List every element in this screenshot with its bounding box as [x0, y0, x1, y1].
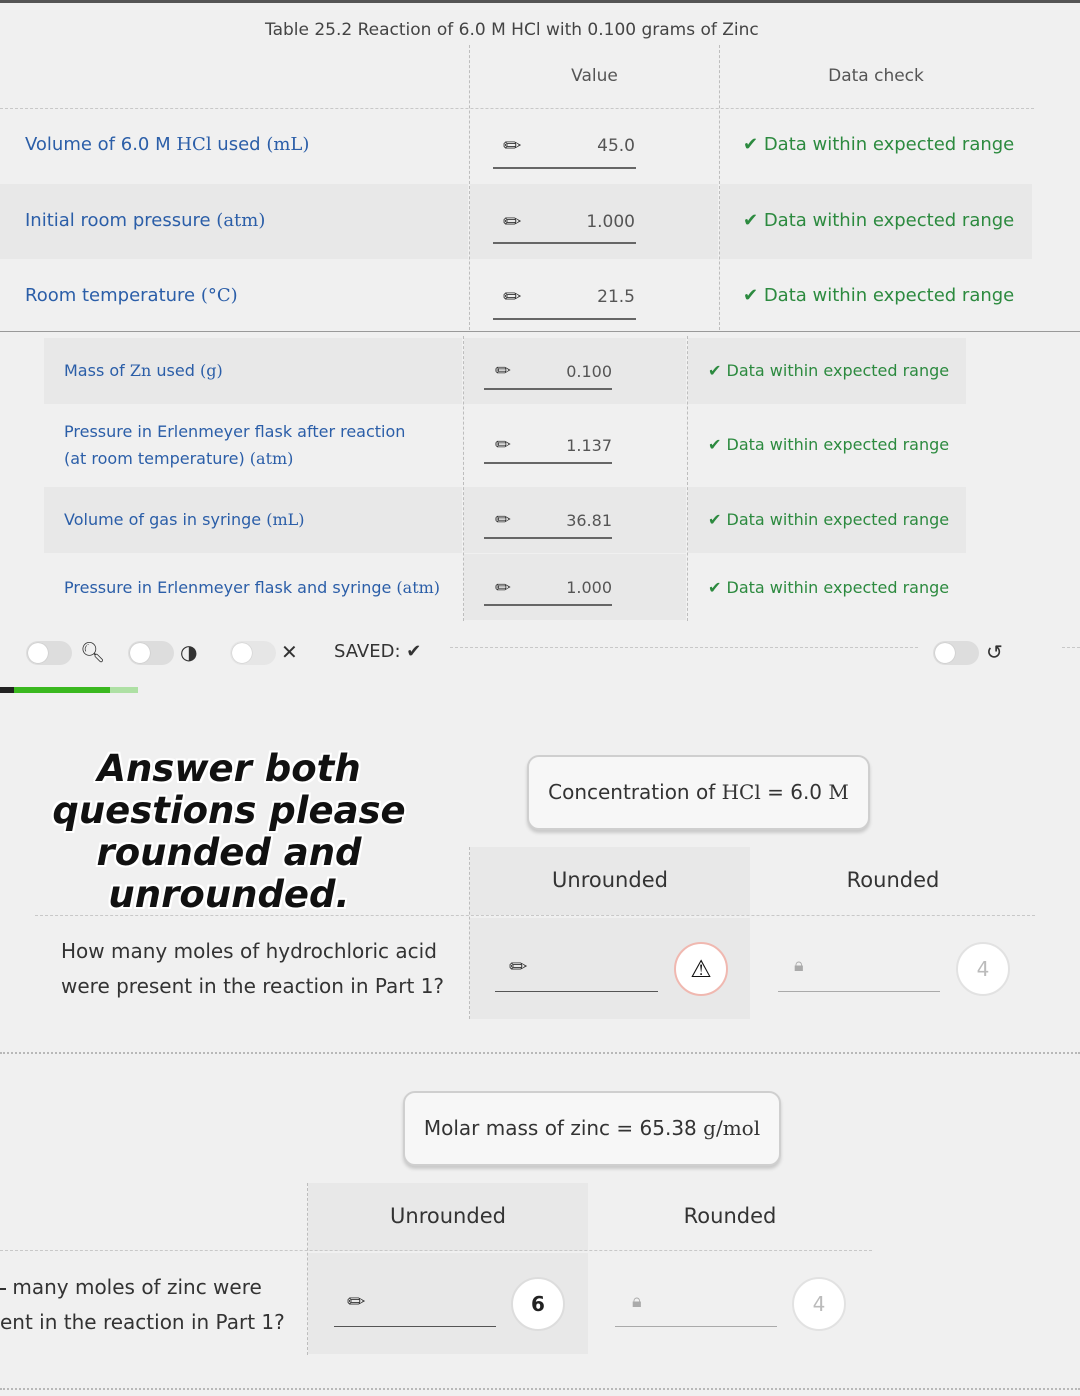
- sig-figs-badge: 4: [792, 1277, 846, 1331]
- data-check-status: ✔ Data within expected range: [708, 435, 950, 454]
- value-flask-syringe-pressure[interactable]: 1.000: [530, 578, 612, 597]
- value-syringe-volume[interactable]: 36.81: [530, 511, 612, 530]
- value-zn-mass[interactable]: 0.100: [530, 362, 612, 381]
- column-header-data-check: Data check: [828, 66, 924, 86]
- sig-figs-badge: 4: [956, 942, 1010, 996]
- top-border: [0, 0, 1080, 3]
- input-underline: [493, 167, 636, 169]
- lock-icon: 🔒︎: [794, 955, 804, 976]
- pencil-icon[interactable]: ✏: [347, 1290, 365, 1315]
- header-divider: [0, 1250, 872, 1251]
- data-check-status: ✔ Data within expected range: [743, 134, 1015, 155]
- warning-icon: ⚠: [674, 942, 728, 996]
- input-underline: [334, 1326, 496, 1327]
- row-label-syringe-volume: Volume of gas in syringe (mL): [64, 510, 305, 529]
- column-header-unrounded: Unrounded: [390, 1204, 506, 1228]
- rounded-answer-input: [820, 955, 935, 985]
- input-underline: [495, 991, 658, 992]
- table-divider: [0, 331, 1080, 332]
- column-header-rounded: Rounded: [683, 1204, 777, 1228]
- data-check-status: ✔ Data within expected range: [708, 361, 950, 380]
- row-label-initial-pressure: Initial room pressure (atm): [25, 210, 266, 231]
- lock-icon: 🔒︎: [632, 1291, 642, 1312]
- reset-toggle[interactable]: [933, 641, 979, 665]
- column-header-unrounded: Unrounded: [552, 868, 668, 892]
- header-divider: [35, 915, 1035, 916]
- rounded-answer-input: [658, 1290, 773, 1320]
- column-header-rounded: Rounded: [846, 868, 940, 892]
- pencil-icon[interactable]: ✏: [503, 285, 521, 310]
- section-divider: [0, 1388, 1080, 1390]
- progress-marker: [0, 687, 14, 693]
- input-underline: [484, 462, 612, 464]
- contrast-toggle[interactable]: [128, 641, 174, 665]
- pencil-icon[interactable]: ✏: [495, 577, 511, 599]
- row-label-flask-syringe-pressure: Pressure in Erlenmeyer flask and syringe…: [64, 578, 441, 597]
- progress-fill: [0, 687, 110, 693]
- unrounded-answer-input[interactable]: [540, 955, 655, 985]
- unrounded-answer-input[interactable]: [378, 1290, 493, 1320]
- toolbar-divider: [450, 647, 918, 648]
- fullscreen-icon: ✕: [281, 640, 298, 664]
- row-label-flask-pressure-after: Pressure in Erlenmeyer flask after react…: [64, 422, 406, 468]
- input-underline: [615, 1326, 777, 1327]
- contrast-icon: ◑: [180, 640, 198, 664]
- input-underline: [778, 991, 940, 992]
- question-moles-zinc: many moles of zinc were ent in the react…: [0, 1275, 285, 1334]
- saved-status: SAVED: ✔: [334, 641, 422, 662]
- data-check-status: ✔ Data within expected range: [743, 210, 1015, 231]
- fullscreen-toggle[interactable]: [230, 641, 276, 665]
- header-divider: [0, 108, 1034, 109]
- value-room-temperature[interactable]: 21.5: [540, 287, 635, 307]
- toolbar-divider: [1062, 647, 1080, 648]
- pencil-icon[interactable]: ✏: [495, 509, 511, 531]
- data-check-status: ✔ Data within expected range: [708, 578, 950, 597]
- column-header-value: Value: [571, 66, 618, 86]
- section-divider: [0, 1052, 1080, 1054]
- question-moles-hcl: How many moles of hydrochloric acid were…: [61, 939, 445, 998]
- value-flask-pressure-after[interactable]: 1.137: [530, 436, 612, 455]
- row-label-hcl-volume: Volume of 6.0 M HCl used (mL): [25, 134, 310, 155]
- data-check-status: ✔ Data within expected range: [743, 285, 1015, 306]
- overlay-instruction-text: Answer both questions please rounded and…: [52, 747, 406, 916]
- zoom-icon: 🔍︎: [80, 640, 106, 664]
- concentration-info-box: Concentration of HCl = 6.0 M: [527, 755, 870, 830]
- pencil-icon[interactable]: ✏: [503, 134, 521, 159]
- column-divider: [687, 336, 688, 621]
- column-divider: [463, 336, 464, 621]
- molar-mass-info-box: Molar mass of zinc = 65.38 g/mol: [403, 1091, 781, 1166]
- input-underline: [484, 388, 612, 390]
- value-initial-pressure[interactable]: 1.000: [540, 212, 635, 232]
- data-check-status: ✔ Data within expected range: [708, 510, 950, 529]
- pencil-icon[interactable]: ✏: [495, 434, 511, 456]
- reset-icon: ↺: [986, 640, 1003, 664]
- value-hcl-volume[interactable]: 45.0: [540, 136, 635, 156]
- zoom-toggle[interactable]: [26, 641, 72, 665]
- row-label-room-temperature: Room temperature (°C): [25, 285, 238, 306]
- input-underline: [493, 242, 636, 244]
- sig-figs-badge: 6: [511, 1277, 565, 1331]
- pencil-icon[interactable]: ✏: [503, 210, 521, 235]
- pencil-icon[interactable]: ✏: [509, 955, 527, 980]
- input-underline: [484, 604, 612, 606]
- table-caption: Table 25.2 Reaction of 6.0 M HCl with 0.…: [265, 20, 759, 40]
- row-label-zn-mass: Mass of Zn used (g): [64, 361, 223, 380]
- input-underline: [493, 318, 636, 320]
- pencil-icon[interactable]: ✏: [495, 360, 511, 382]
- input-underline: [484, 537, 612, 539]
